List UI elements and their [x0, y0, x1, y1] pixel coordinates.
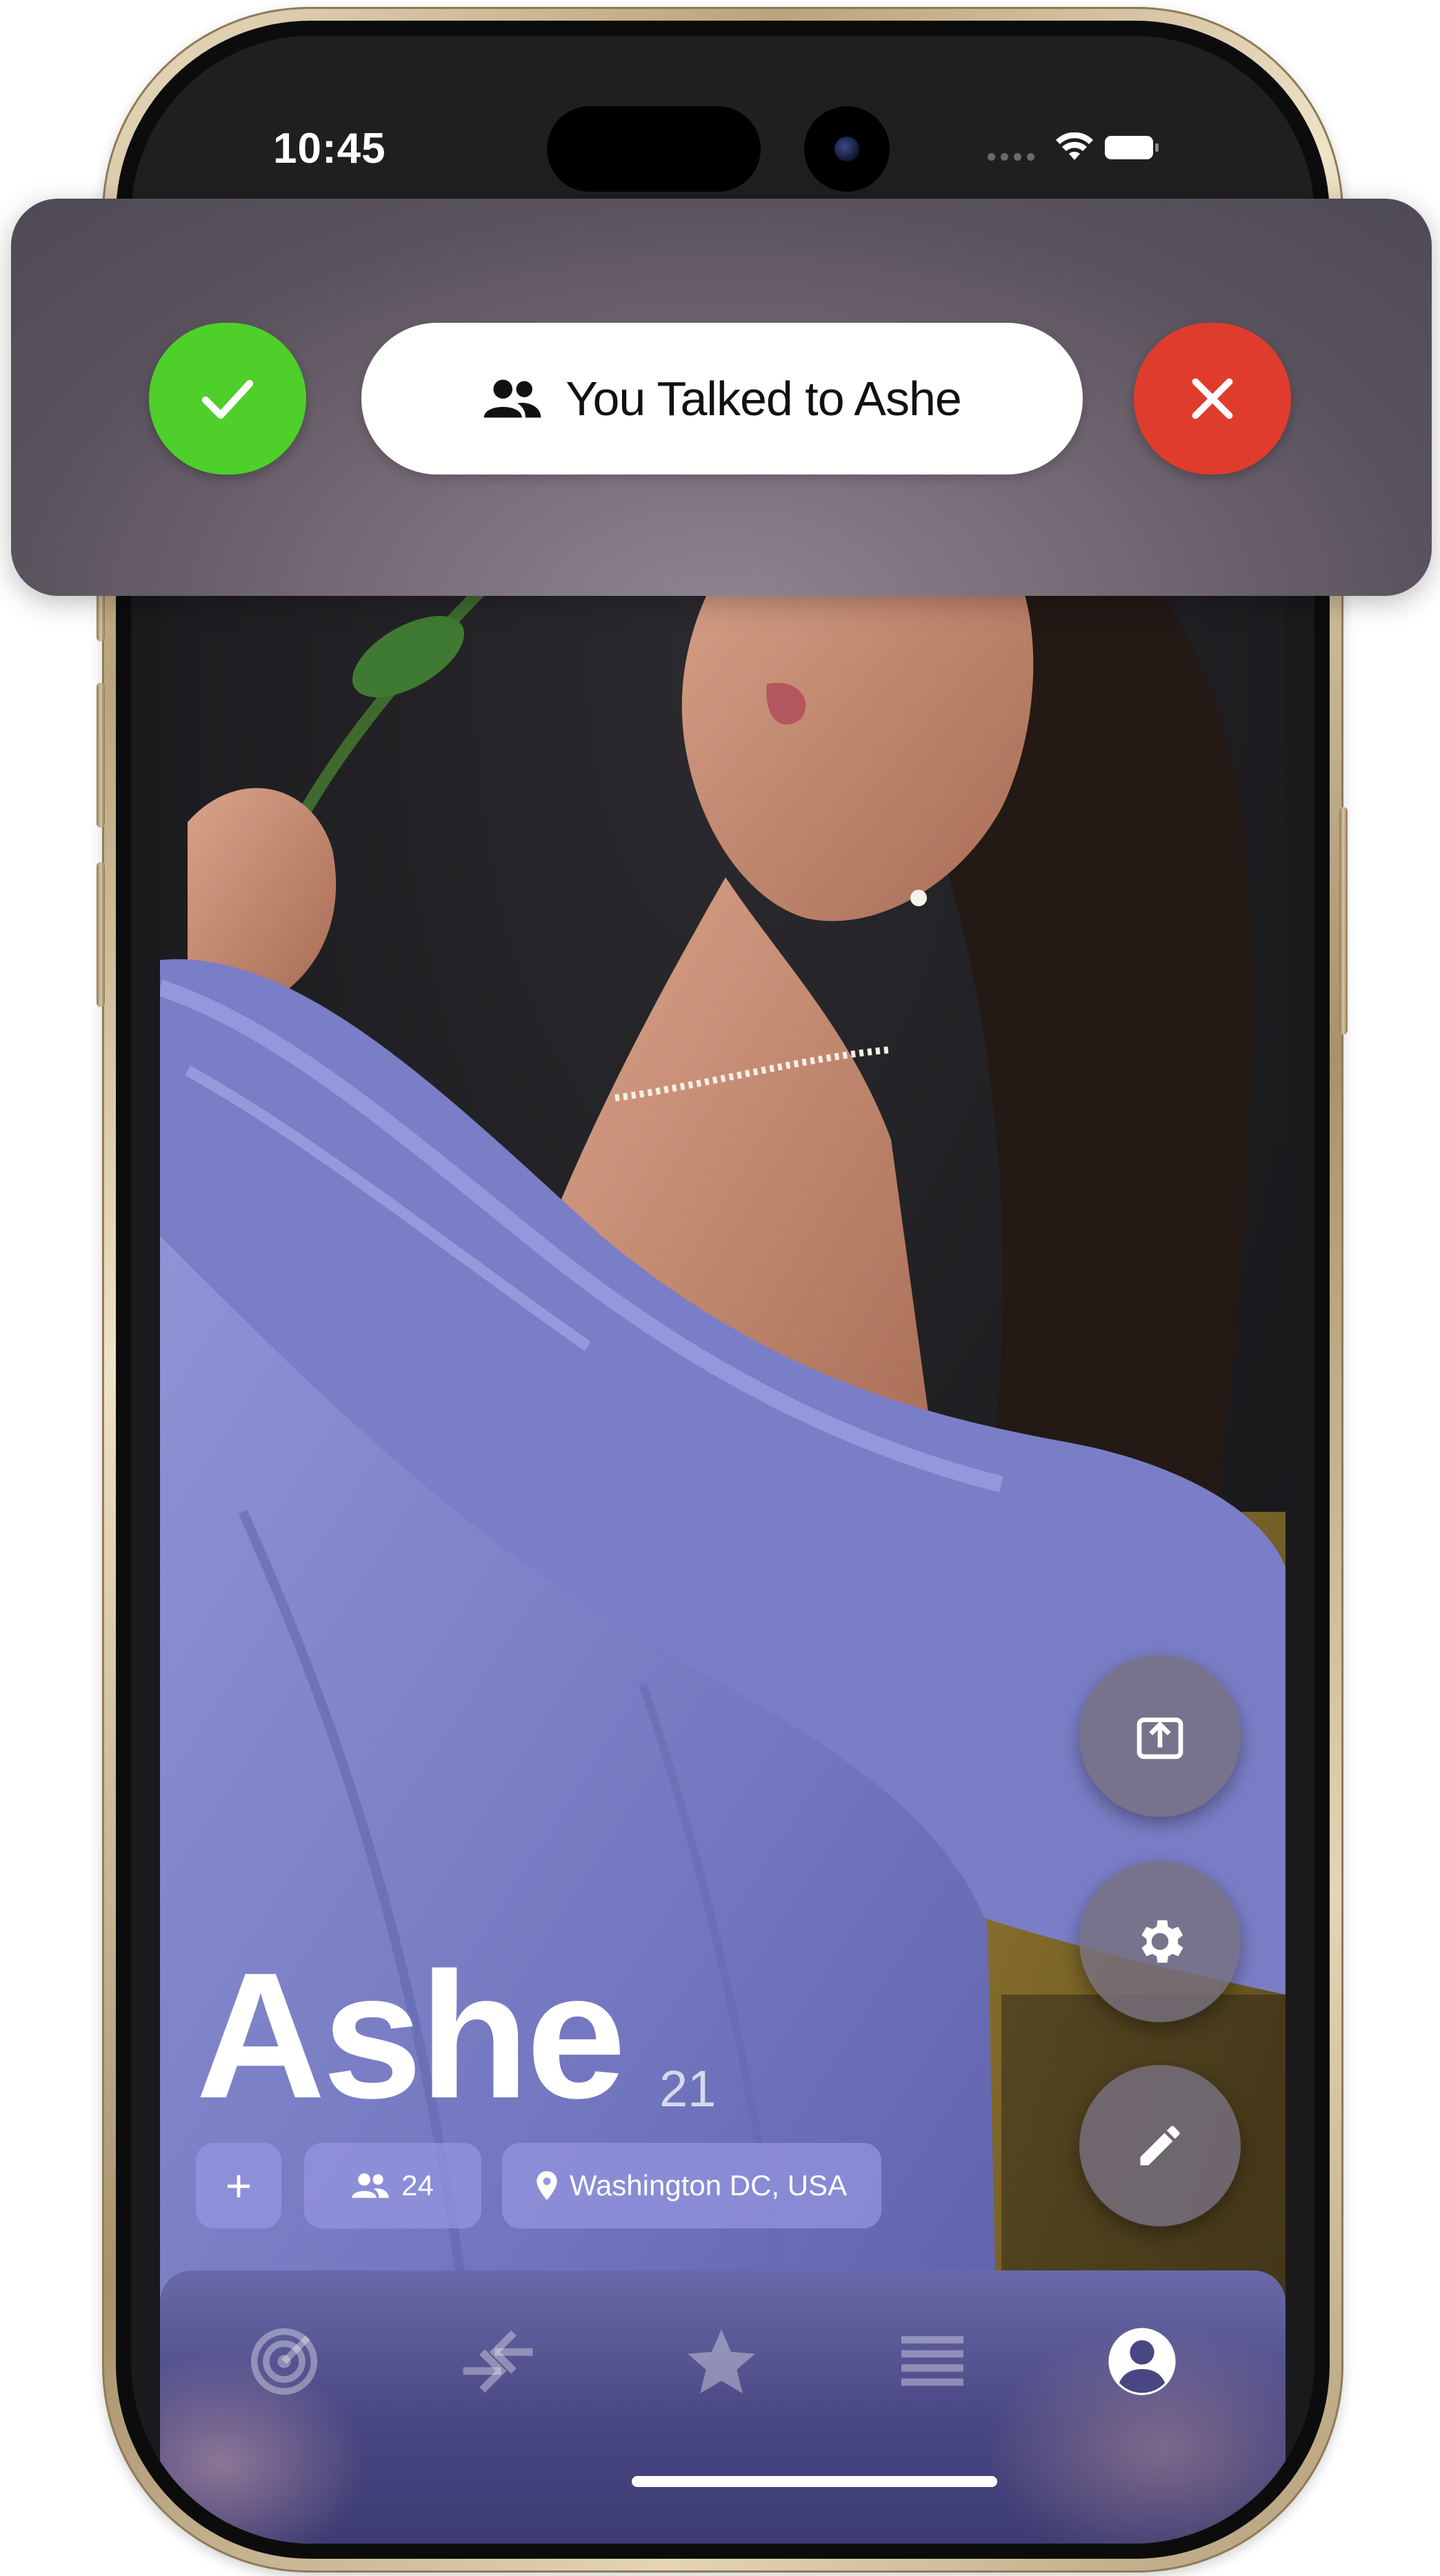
checkmark-icon [201, 379, 254, 419]
tab-favorites[interactable] [680, 2320, 763, 2403]
profile-name: Ashe [196, 1936, 626, 2136]
account-circle-icon [1108, 2328, 1176, 2395]
friends-count: 24 [401, 2169, 434, 2201]
edit-button[interactable] [1079, 2065, 1241, 2226]
swap-arrows-icon [463, 2330, 533, 2393]
tab-bar [160, 2270, 1286, 2544]
accept-button[interactable] [149, 323, 306, 475]
location-text: Washington DC, USA [569, 2169, 848, 2201]
gear-icon [1141, 1920, 1183, 1963]
location-chip[interactable]: Washington DC, USA [502, 2143, 881, 2228]
settings-button[interactable] [1079, 1861, 1241, 2022]
share-button[interactable] [1079, 1655, 1241, 1817]
status-time: 10:45 [273, 125, 386, 172]
tab-list[interactable] [891, 2320, 974, 2403]
home-indicator[interactable] [632, 2476, 997, 2487]
add-label: + [225, 2160, 252, 2211]
pencil-icon [1140, 2126, 1180, 2166]
talk-message: You Talked to Ashe [566, 372, 962, 426]
volume-up-button [97, 683, 105, 828]
tab-profile[interactable] [1101, 2320, 1183, 2403]
people-icon [483, 379, 541, 418]
tab-radar[interactable] [243, 2320, 326, 2403]
location-pin-icon [537, 2171, 557, 2200]
radar-icon [250, 2328, 318, 2395]
share-icon [1137, 1717, 1183, 1759]
wifi-icon [1056, 132, 1093, 160]
power-button [1339, 807, 1348, 1035]
profile-age: 21 [659, 2060, 717, 2117]
friends-count-chip[interactable]: 24 [304, 2143, 481, 2228]
dynamic-island [547, 106, 761, 192]
list-icon [901, 2336, 963, 2386]
star-icon [688, 2329, 755, 2394]
battery-icon [1105, 136, 1159, 159]
tab-swap[interactable] [457, 2320, 539, 2403]
decline-button[interactable] [1134, 323, 1291, 475]
volume-down-button [97, 862, 105, 1007]
close-icon [1192, 378, 1233, 419]
people-icon [352, 2173, 389, 2198]
status-bar: 10:45 [131, 36, 1314, 201]
front-camera [804, 106, 890, 192]
cellular-signal-icon [988, 153, 1036, 161]
app-stage: 10:45 Ashe 21 + 24 Washington DC, USA Yo… [0, 0, 1440, 2576]
add-friend-button[interactable]: + [196, 2143, 281, 2228]
talk-message-pill[interactable]: You Talked to Ashe [361, 323, 1083, 475]
